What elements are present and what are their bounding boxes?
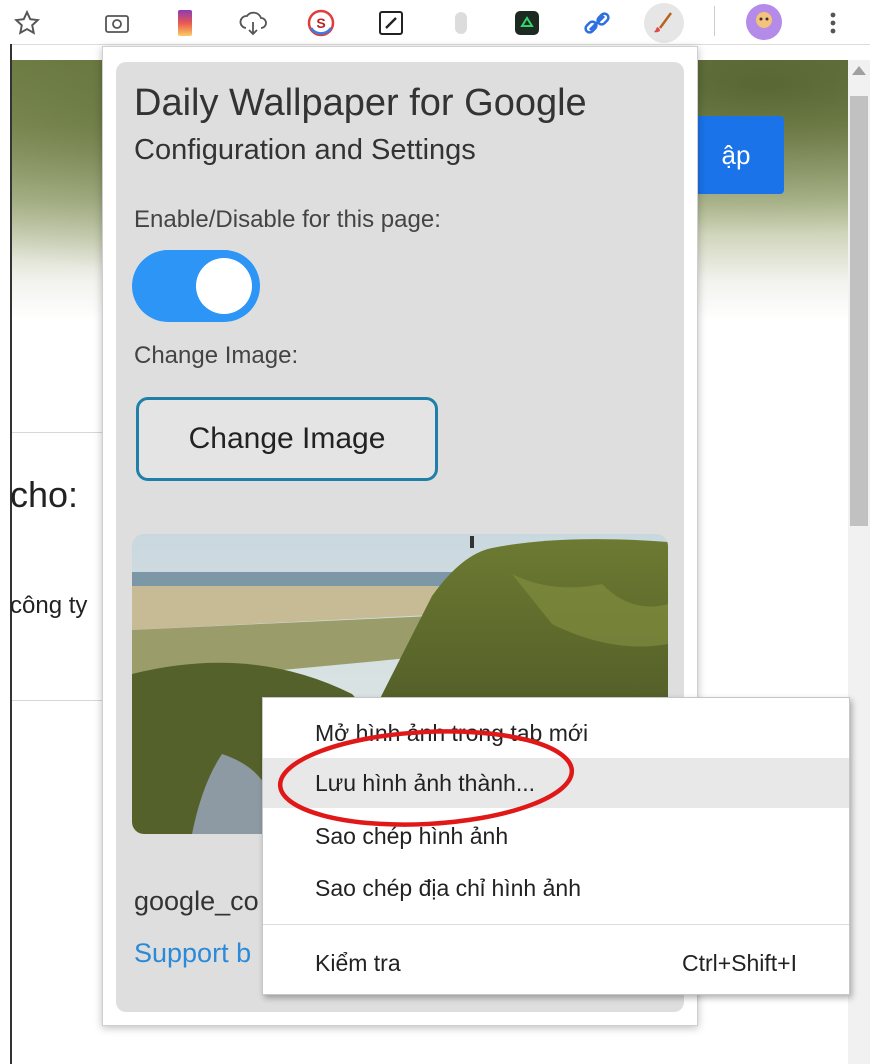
menu-item-copy-image[interactable]: Sao chép hình ảnh: [263, 811, 849, 861]
scrollbar-thumb[interactable]: [850, 96, 868, 526]
menu-item-save-image-as[interactable]: Lưu hình ảnh thành...: [263, 758, 849, 808]
page-left-edge: [0, 44, 12, 1064]
edit-icon[interactable]: [376, 8, 406, 38]
page-divider: [12, 432, 112, 433]
toggle-knob[interactable]: [196, 258, 252, 314]
change-image-button[interactable]: Change Image: [136, 397, 438, 481]
context-menu: Mở hình ảnh trong tab mới Lưu hình ảnh t…: [262, 697, 850, 995]
star-icon[interactable]: [12, 8, 42, 38]
screenshot-icon[interactable]: [102, 8, 132, 38]
menu-item-label: Kiểm tra: [315, 949, 401, 976]
s-extension-icon[interactable]: S: [306, 8, 336, 38]
menu-item-label: Sao chép địa chỉ hình ảnh: [315, 874, 581, 901]
change-image-label: Change Image:: [134, 342, 299, 369]
recycle-icon[interactable]: [512, 8, 542, 38]
mouse-icon[interactable]: [446, 8, 476, 38]
browser-toolbar: S: [0, 0, 870, 45]
cloud-download-icon[interactable]: [238, 8, 268, 38]
menu-item-copy-image-address[interactable]: Sao chép địa chỉ hình ảnh: [263, 863, 849, 913]
toolbar-divider: [714, 6, 715, 36]
menu-item-label: Lưu hình ảnh thành...: [315, 769, 536, 796]
page-divider: [12, 700, 112, 701]
menu-item-label: Mở hình ảnh trong tab mới: [315, 719, 589, 746]
instagram-icon[interactable]: [170, 8, 200, 38]
menu-separator: [263, 924, 849, 925]
page-heading-fragment: cho:: [10, 474, 79, 515]
scroll-up-arrow-icon[interactable]: [852, 66, 866, 75]
image-filename: google_co: [134, 886, 259, 916]
toggle-label: Enable/Disable for this page:: [134, 206, 441, 233]
paintbrush-icon[interactable]: [644, 3, 684, 43]
popup-title: Daily Wallpaper for Google: [134, 82, 587, 124]
link-icon[interactable]: [582, 8, 612, 38]
menu-item-label: Sao chép hình ảnh: [315, 822, 509, 849]
menu-item-open-image-new-tab[interactable]: Mở hình ảnh trong tab mới: [263, 708, 849, 758]
menu-item-shortcut: Ctrl+Shift+I: [681, 949, 797, 976]
support-link[interactable]: Support b: [134, 938, 251, 969]
page-text-fragment: công ty: [10, 592, 88, 619]
menu-item-inspect[interactable]: Kiểm tra Ctrl+Shift+I: [263, 938, 849, 988]
popup-subtitle: Configuration and Settings: [134, 134, 476, 166]
profile-avatar-icon[interactable]: [742, 0, 786, 44]
more-menu-icon[interactable]: [818, 8, 848, 38]
svg-text:S: S: [316, 15, 325, 31]
